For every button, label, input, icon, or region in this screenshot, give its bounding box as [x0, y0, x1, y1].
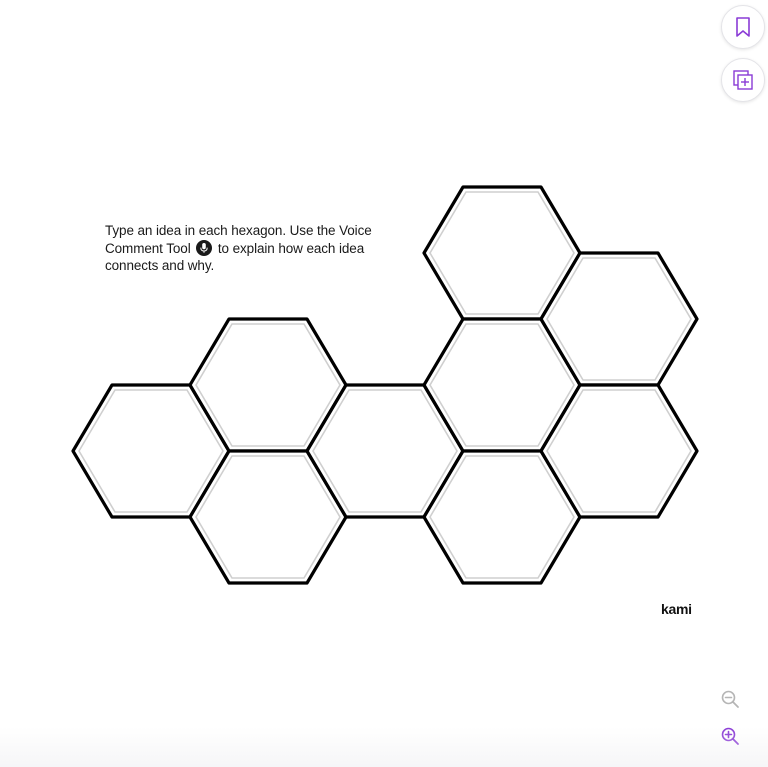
kami-logo: kami	[661, 601, 692, 617]
hexagon-grid	[71, 185, 699, 585]
zoom-out-icon	[721, 690, 739, 708]
add-page-icon	[733, 70, 753, 90]
zoom-out-button[interactable]	[718, 687, 742, 711]
worksheet-page: Type an idea in each hexagon. Use the Vo…	[0, 0, 768, 767]
add-page-button[interactable]	[721, 58, 765, 102]
bookmark-button[interactable]	[721, 5, 765, 49]
zoom-in-button[interactable]	[718, 724, 742, 748]
zoom-in-icon	[721, 727, 739, 745]
bookmark-icon	[736, 17, 750, 37]
